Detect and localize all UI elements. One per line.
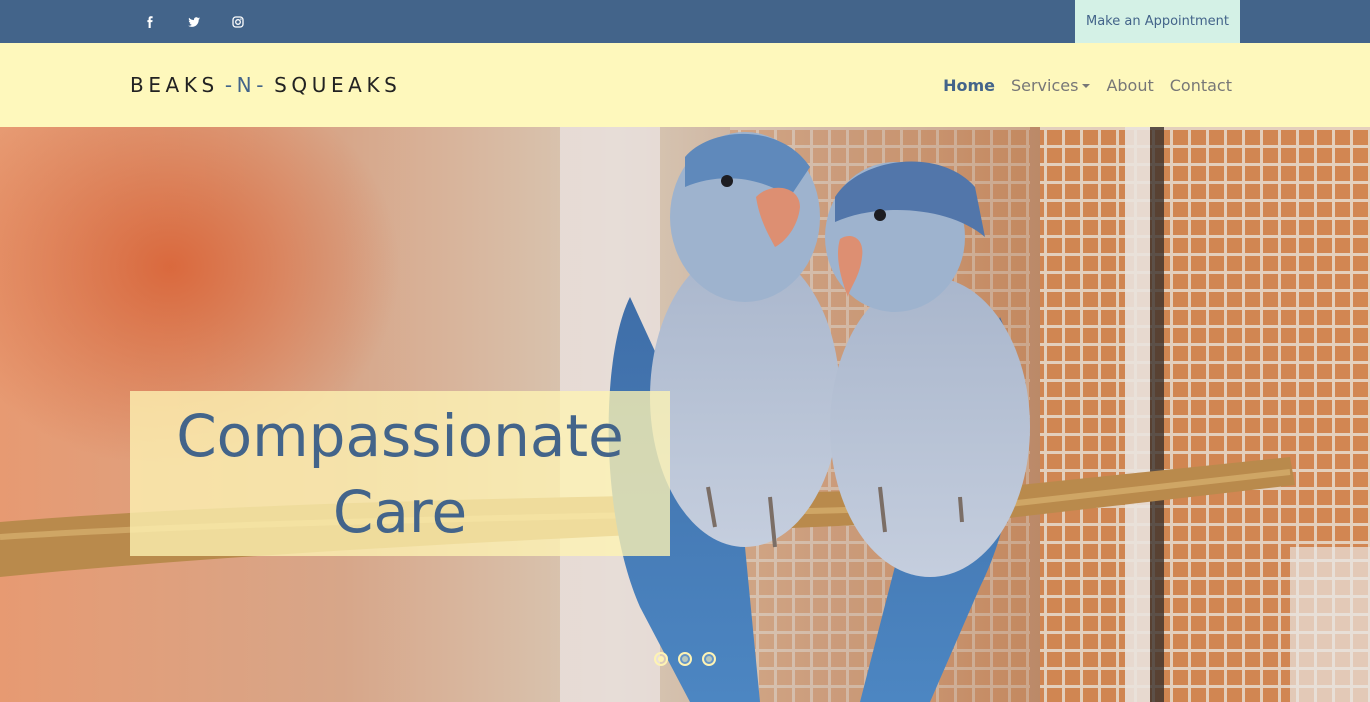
hero-caption: Compassionate Care	[130, 391, 670, 556]
carousel-indicators	[0, 652, 1370, 666]
nav-item-contact[interactable]: Contact	[1170, 76, 1232, 95]
nav-item-services-label: Services	[1010, 75, 1079, 95]
nav-item-services[interactable]: Services	[1010, 75, 1091, 95]
brand-right: SQUEAKS	[274, 73, 402, 97]
hero-caption-line-2: Care	[332, 477, 468, 546]
make-appointment-button[interactable]: Make an Appointment	[1075, 0, 1240, 43]
facebook-icon[interactable]	[138, 0, 162, 43]
brand-logo[interactable]: BEAKS -N- SQUEAKS	[130, 43, 401, 127]
twitter-icon[interactable]	[182, 0, 206, 43]
nav-item-about[interactable]: About	[1106, 76, 1153, 95]
carousel-indicator-2[interactable]	[678, 652, 692, 666]
brand-middle: -N-	[224, 73, 269, 97]
nav-menu: Home Services About Contact	[943, 43, 1232, 127]
carousel-indicator-1[interactable]	[654, 652, 668, 666]
top-bar: Make an Appointment	[0, 0, 1370, 43]
brand-left: BEAKS	[130, 73, 219, 97]
hero-carousel: Compassionate Care	[0, 127, 1370, 702]
hero-caption-line-1: Compassionate	[176, 401, 624, 470]
navbar: BEAKS -N- SQUEAKS Home Services About Co…	[0, 43, 1370, 127]
carousel-indicator-3[interactable]	[702, 652, 716, 666]
nav-item-home[interactable]: Home	[943, 76, 995, 95]
instagram-icon[interactable]	[226, 0, 250, 43]
chevron-down-icon	[1082, 84, 1091, 88]
